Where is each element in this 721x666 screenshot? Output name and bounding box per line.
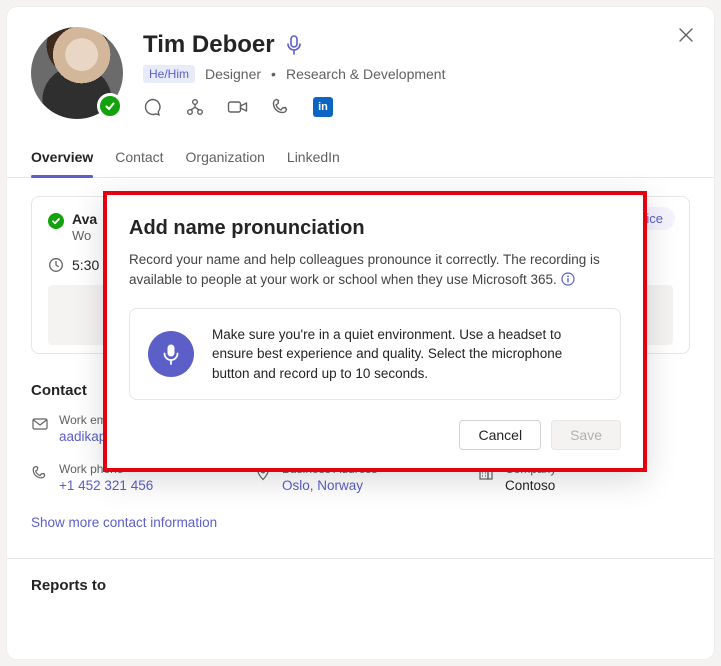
presence-badge [97,93,123,119]
action-icons: in [143,97,690,117]
pronouns-pill[interactable]: He/Him [143,65,195,83]
record-button[interactable] [148,331,194,377]
close-button[interactable] [672,21,700,49]
modal-description: Record your name and help colleagues pro… [129,250,621,290]
separator: • [271,66,276,82]
phone-icon [31,462,49,493]
org-icon[interactable] [185,97,205,117]
identity-block: Tim Deboer He/Him Designer • Research & … [143,27,690,119]
status-check-icon [48,213,64,229]
availability-time: 5:30 [72,257,99,273]
availability-line1: Ava [72,211,97,227]
recording-tip-text: Make sure you're in a quiet environment.… [212,325,602,384]
tab-linkedin[interactable]: LinkedIn [287,141,340,177]
linkedin-icon[interactable]: in [313,97,333,117]
cancel-button[interactable]: Cancel [459,420,541,450]
clock-icon [48,257,64,273]
reports-to-title: Reports to [31,577,690,594]
show-more-contact-link[interactable]: Show more contact information [31,515,690,530]
chat-icon[interactable] [143,97,163,117]
modal-description-text: Record your name and help colleagues pro… [129,252,600,287]
pronunciation-modal: Add name pronunciation Record your name … [103,191,647,472]
recording-tip-box: Make sure you're in a quiet environment.… [129,308,621,401]
contact-value[interactable]: Oslo, Norway [282,478,377,493]
save-button: Save [551,420,621,450]
section-divider [7,558,714,559]
modal-title: Add name pronunciation [129,217,621,240]
display-name: Tim Deboer [143,31,275,59]
tabs: Overview Contact Organization LinkedIn [7,141,714,178]
tab-contact[interactable]: Contact [115,141,163,177]
mail-icon [31,413,49,444]
info-icon[interactable] [561,272,575,287]
job-title: Designer [205,66,261,82]
profile-header: Tim Deboer He/Him Designer • Research & … [7,7,714,119]
pronunciation-icon[interactable] [285,35,303,55]
phone-icon[interactable] [271,97,291,117]
availability-line2: Wo [72,228,97,243]
modal-buttons: Cancel Save [129,420,621,450]
contact-value: Contoso [505,478,556,493]
video-icon[interactable] [227,97,249,117]
tab-overview[interactable]: Overview [31,141,93,177]
department: Research & Development [286,66,446,82]
tab-organization[interactable]: Organization [186,141,265,177]
avatar-wrap [31,27,123,119]
profile-card: Tim Deboer He/Him Designer • Research & … [7,7,714,659]
contact-value[interactable]: +1 452 321 456 [59,478,153,493]
